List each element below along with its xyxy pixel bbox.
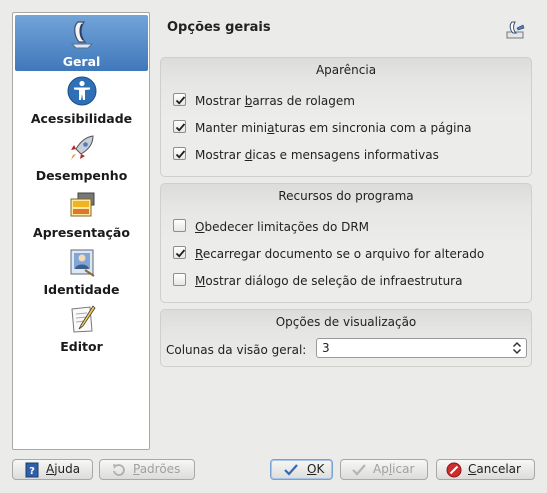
defaults-button[interactable]: Padrões [99,459,195,480]
label-part: icar [392,462,415,476]
mnemonic: R [195,247,203,261]
overview-columns-spinbox[interactable]: 3 [316,338,527,358]
scrollbars-checkbox[interactable] [173,93,186,106]
presentation-icon [70,192,94,217]
sidebar-item-label: Acessibilidade [30,111,133,126]
button-label: Cancelar [468,462,521,476]
mnemonic: M [195,274,206,288]
option-label: Mostrar dicas e mensagens informativas [195,146,439,164]
option-label: Recarregar documento se o arquivo for al… [195,245,484,263]
sidebar-item-acessibilidade[interactable]: Acessibilidade [15,72,148,128]
label-part: turas em sincronia com a página [274,121,472,135]
group-title: Recursos do programa [278,189,414,203]
sidebar-item-label: Geral [62,54,101,69]
check-icon [175,123,186,132]
ok-check-icon [284,464,298,476]
label-part: arras de rolagem [252,94,355,108]
label-part: bedecer limitações do DRM [204,220,370,234]
label-part: K [316,462,325,476]
button-label: OK [307,462,324,476]
sidebar-item-label: Desempenho [35,168,128,183]
general-settings-icon [506,21,525,39]
label-part: icas e mensagens informativas [252,148,439,162]
backend-dialog-checkbox[interactable] [173,273,186,286]
label-part: ostrar diálogo de seleção de infraestrut… [205,274,463,288]
label-part: adrões [139,462,181,476]
svg-text:?: ? [29,466,35,477]
mnemonic: P [133,462,140,476]
option-label: Mostrar barras de rolagem [195,92,355,110]
overview-columns-label: Colunas da visão geral: [166,343,307,357]
check-icon [175,96,186,105]
editor-icon [70,305,96,333]
check-icon [175,150,186,159]
sidebar-item-identidade[interactable]: Identidade [15,243,148,299]
mnemonic: A [46,462,55,476]
group-title: Aparência [315,63,377,77]
spinbox-value: 3 [322,341,330,355]
thumbnail-sync-checkbox[interactable] [173,120,186,133]
group-title: Opções de visualização [275,315,417,329]
rocket-icon [70,135,94,160]
hints-checkbox[interactable] [173,147,186,160]
view-options-group: Opções de visualização Colunas da visão … [160,309,532,367]
appearance-group: Aparência Mostrar barras de rolagem Mant… [160,57,532,177]
option-label: Mostrar diálogo de seleção de infraestru… [195,272,462,290]
apply-check-icon [352,464,366,476]
label-part: Manter mini [195,121,268,135]
help-button[interactable]: ? Ajuda [12,459,93,480]
label-part: Mostrar [195,94,245,108]
label-part: ecarregar documento se o arquivo for alt… [202,247,485,261]
cancel-icon [446,462,462,478]
label-part: ancelar [476,462,521,476]
cancel-button[interactable]: Cancelar [436,459,535,480]
sidebar-item-geral[interactable]: Geral [15,15,148,71]
category-sidebar: Geral Acessibilidade Desempenho Apresent… [12,12,150,450]
general-icon [70,21,93,49]
label-part: Mostrar [195,148,245,162]
sidebar-item-editor[interactable]: Editor [15,300,148,356]
sidebar-item-apresentacao[interactable]: Apresentação [15,186,148,242]
button-label: Padrões [133,462,180,476]
button-label: Ajuda [46,462,80,476]
sidebar-item-label: Editor [60,339,103,354]
label-part: Ap [373,462,389,476]
accessibility-icon [67,76,96,106]
reload-checkbox[interactable] [173,246,186,259]
option-label: Obedecer limitações do DRM [195,218,369,236]
help-icon: ? [25,462,39,478]
option-label: Manter miniaturas em sincronia com a pág… [195,119,471,137]
apply-button[interactable]: Aplicar [340,459,428,480]
up-down-arrows-icon[interactable] [512,341,522,355]
button-label: Aplicar [373,462,414,476]
sidebar-item-label: Apresentação [33,225,130,240]
check-icon [175,249,186,258]
program-resources-group: Recursos do programa Obedecer limitações… [160,183,532,303]
identity-icon [70,249,95,277]
sidebar-item-desempenho[interactable]: Desempenho [15,129,148,185]
drm-checkbox[interactable] [173,219,186,232]
ok-button[interactable]: OK [270,459,333,480]
page-title: Opções gerais [167,20,271,35]
label-part: juda [54,462,81,476]
restore-defaults-icon [113,464,125,476]
sidebar-item-label: Identidade [43,282,120,297]
